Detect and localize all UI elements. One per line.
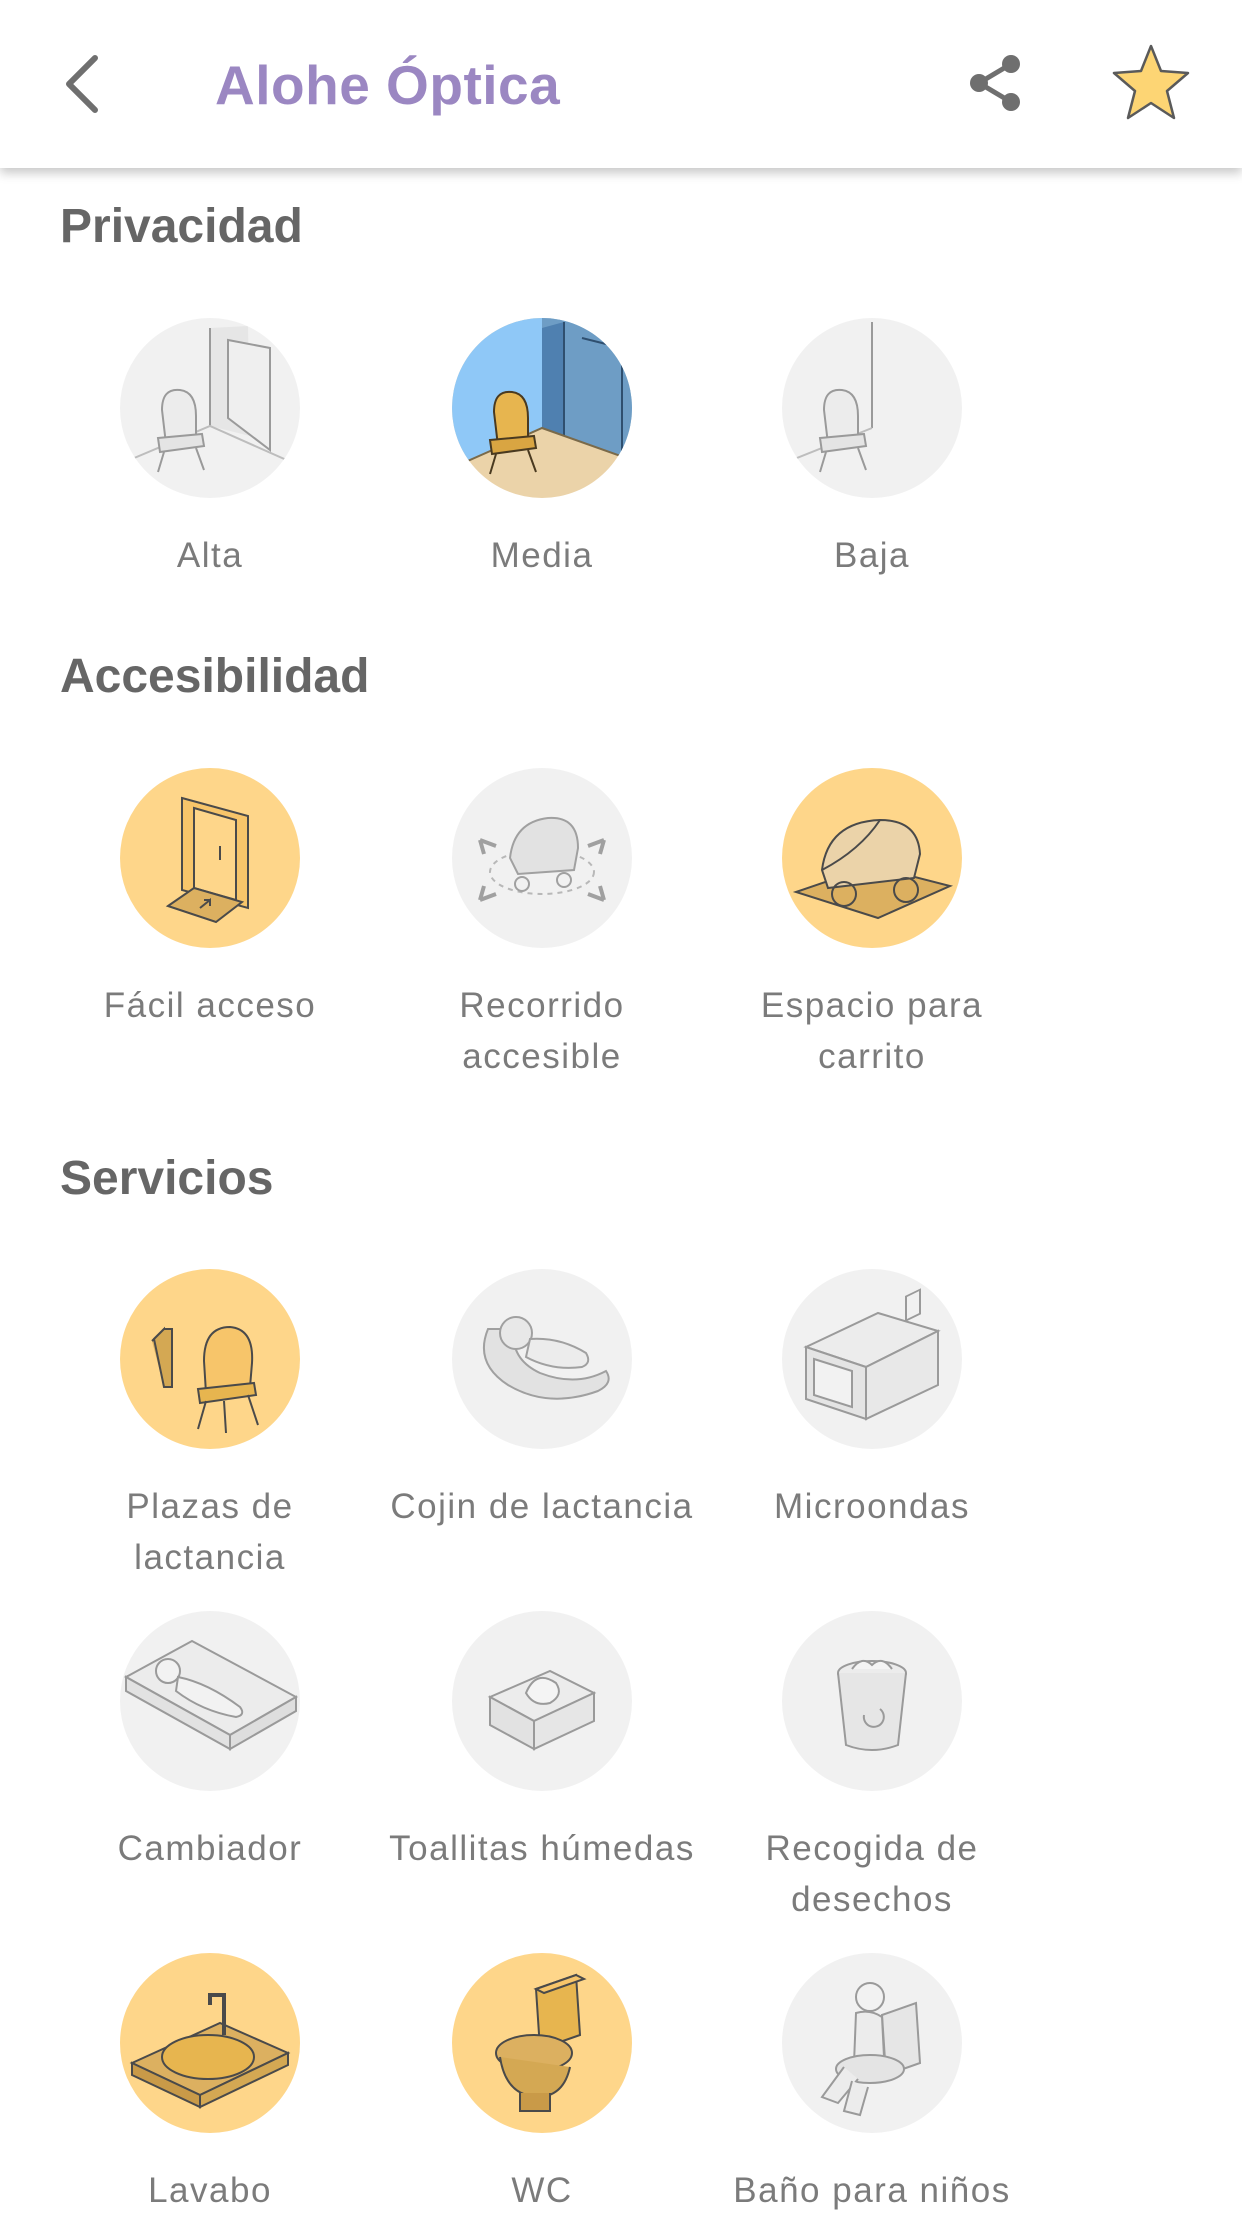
stroller-route-icon	[478, 816, 606, 902]
microwave-icon	[803, 1288, 941, 1421]
nursing-chair-icon	[151, 1325, 259, 1434]
option-label: Toallitas húmedas	[389, 1829, 695, 1868]
option-label: WC	[511, 2171, 573, 2210]
share-icon	[970, 55, 1020, 111]
option-label: Baja	[833, 536, 911, 575]
changing-table-icon	[123, 1639, 299, 1751]
section-title-privacidad: Privacidad	[60, 200, 303, 253]
toilet-icon	[495, 1973, 587, 2112]
page-title: Alohe Óptica	[215, 54, 561, 116]
option-label: Media	[490, 536, 594, 575]
option-label: Lavabo	[148, 2171, 272, 2210]
option-label: Baño para niños	[733, 2171, 1011, 2210]
stroller-icon	[792, 818, 954, 920]
option-label: Plazas de lactancia	[126, 1487, 294, 1577]
back-button[interactable]	[55, 50, 115, 118]
section-title-servicios: Servicios	[60, 1152, 274, 1205]
option-label: Cojin de lactancia	[390, 1487, 694, 1526]
app-header: Alohe Óptica	[0, 0, 1242, 168]
option-label: Recorrido accesible	[459, 986, 625, 1076]
option-label: Cambiador	[117, 1829, 303, 1868]
option-label: Espacio para carrito	[760, 986, 984, 1076]
nursing-pillow-icon	[483, 1316, 610, 1400]
option-label: Alta	[176, 536, 244, 575]
privacy-low-icon	[782, 322, 873, 473]
kids-toilet-icon	[820, 1982, 922, 2117]
share-button[interactable]	[965, 52, 1027, 114]
section-title-accesibilidad: Accesibilidad	[60, 650, 370, 703]
favorite-button[interactable]	[1110, 42, 1192, 124]
privacy-medium-icon	[452, 318, 632, 475]
wet-wipes-icon	[487, 1669, 597, 1751]
option-label: Recogida de desechos	[765, 1829, 979, 1919]
option-label: Fácil acceso	[103, 986, 317, 1025]
star-icon	[1112, 44, 1190, 120]
trash-bin-icon	[837, 1659, 907, 1751]
sink-icon	[129, 1993, 291, 2109]
chevron-left-icon	[66, 55, 98, 113]
privacy-high-icon	[120, 326, 300, 473]
option-label: Microondas	[774, 1487, 970, 1526]
door-icon	[165, 796, 249, 924]
